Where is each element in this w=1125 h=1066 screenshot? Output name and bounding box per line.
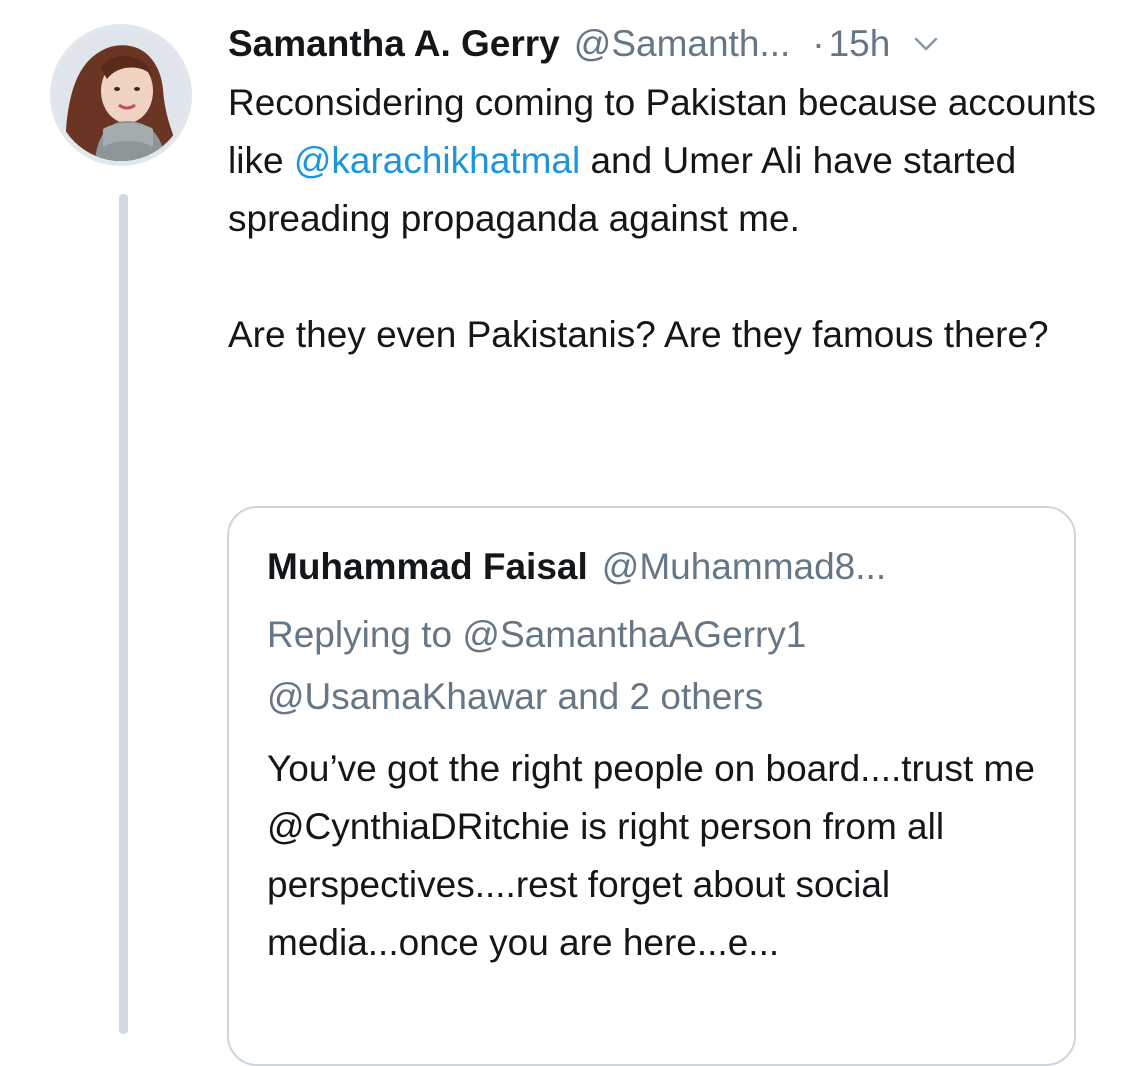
quote-replying-to: Replying to @SamanthaAGerry1 @UsamaKhawar… xyxy=(267,604,1057,728)
quote-author-handle: @Muhammad8... xyxy=(601,546,887,587)
thread-connector-line xyxy=(119,194,128,1034)
author-handle[interactable]: @Samanth... xyxy=(574,23,791,65)
tweet-timestamp[interactable]: 15h xyxy=(829,23,891,65)
tweet-header: Samantha A. Gerry @Samanth... · 15h xyxy=(228,18,1098,70)
author-name[interactable]: Samantha A. Gerry xyxy=(228,23,560,65)
tweet-paragraph-2: Are they even Pakistanis? Are they famou… xyxy=(228,314,1049,355)
tweet-paragraph-1: Reconsidering coming to Pakistan because… xyxy=(228,74,1098,248)
replying-mention-1[interactable]: @SamanthaAGerry1 xyxy=(462,614,806,655)
separator-dot: · xyxy=(812,23,825,64)
mention-link[interactable]: @karachikhatmal xyxy=(294,140,580,181)
quoted-tweet-card[interactable]: Muhammad Faisal @Muhammad8... Replying t… xyxy=(227,506,1076,1066)
tweet-body: Reconsidering coming to Pakistan because… xyxy=(228,74,1098,364)
quote-header: Muhammad Faisal @Muhammad8... xyxy=(267,542,886,592)
avatar-image xyxy=(55,29,187,161)
replying-mention-2[interactable]: @UsamaKhawar xyxy=(267,676,547,717)
author-avatar[interactable] xyxy=(50,24,192,166)
quote-author-name: Muhammad Faisal xyxy=(267,546,588,587)
chevron-down-icon[interactable] xyxy=(908,26,944,62)
quote-body: You’ve got the right people on board....… xyxy=(267,748,1035,963)
replying-suffix: and 2 others xyxy=(547,676,764,717)
replying-prefix: Replying to xyxy=(267,614,463,655)
